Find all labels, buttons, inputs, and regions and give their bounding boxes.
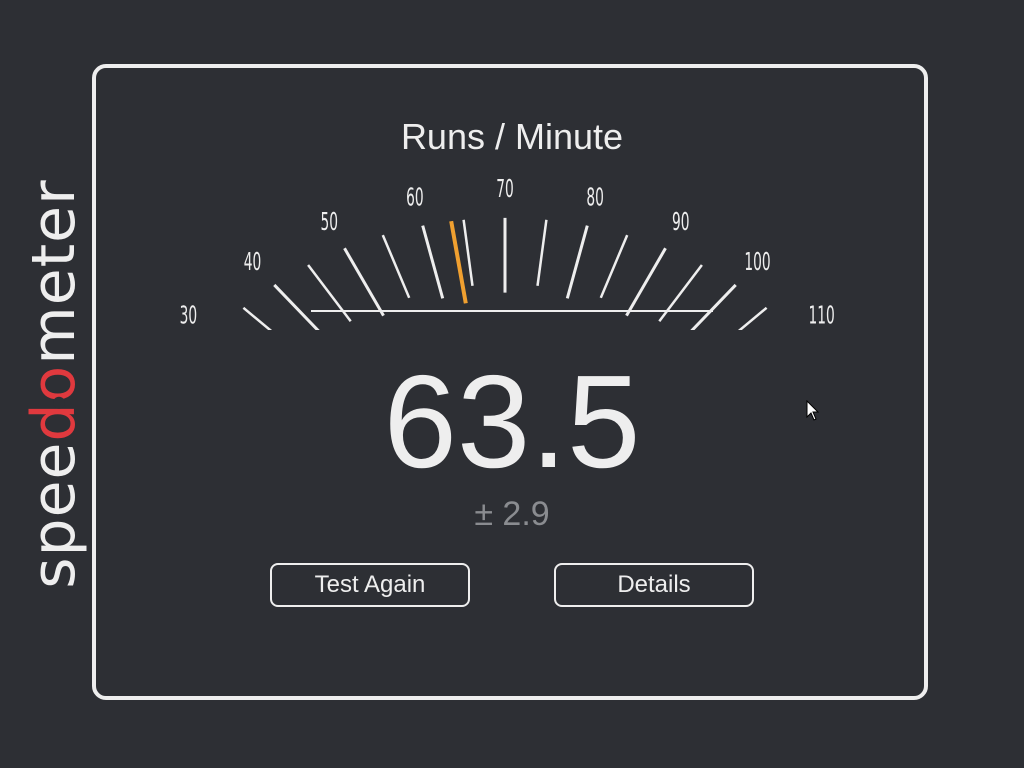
logo-text-start: spee bbox=[19, 441, 89, 589]
gauge-tick bbox=[343, 247, 385, 317]
logo-text-accent: do bbox=[19, 364, 89, 442]
gauge-tick bbox=[625, 247, 667, 317]
speed-gauge: 0102030405060708090100110120130140 bbox=[180, 173, 835, 330]
gauge-tick bbox=[737, 306, 768, 330]
gauge-tick bbox=[307, 264, 352, 322]
test-again-button[interactable]: Test Again bbox=[270, 563, 470, 607]
score-uncertainty: ± 2.9 bbox=[474, 495, 550, 533]
gauge-tick bbox=[565, 225, 589, 299]
gauge-tick bbox=[421, 225, 445, 299]
gauge-tick bbox=[690, 283, 737, 330]
gauge-label: 30 bbox=[180, 300, 197, 330]
gauge-label: 60 bbox=[406, 182, 423, 212]
gauge-label: 50 bbox=[321, 207, 338, 237]
gauge-tick bbox=[381, 234, 411, 299]
gauge-label: 90 bbox=[672, 207, 689, 237]
mouse-pointer-icon bbox=[806, 400, 820, 421]
gauge-tick bbox=[242, 306, 273, 330]
gauge-needle bbox=[449, 220, 468, 304]
divider-line bbox=[311, 310, 713, 312]
gauge-tick bbox=[462, 219, 474, 286]
score-value: 63.5 bbox=[383, 348, 641, 495]
gauge-label: 110 bbox=[808, 300, 834, 330]
gauge-tick bbox=[658, 264, 703, 322]
speedometer-app: speedometer Runs / Minute 01020304050607… bbox=[0, 0, 1024, 768]
details-button[interactable]: Details bbox=[554, 563, 754, 607]
gauge-label: 70 bbox=[496, 173, 513, 203]
gauge-tick bbox=[599, 234, 629, 299]
gauge-tick bbox=[273, 283, 320, 330]
gauge-tick bbox=[536, 219, 548, 286]
gauge-label: 40 bbox=[244, 247, 261, 277]
gauge-label: 80 bbox=[586, 182, 603, 212]
gauge-label: 100 bbox=[744, 247, 770, 277]
